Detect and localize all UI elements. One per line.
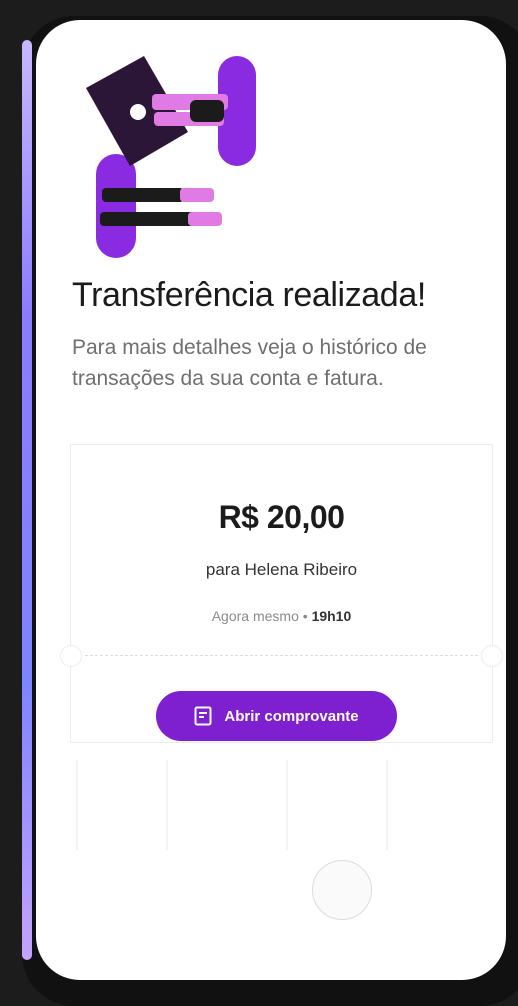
timestamp-time: 19h10 bbox=[311, 608, 352, 624]
faded-line bbox=[166, 760, 168, 850]
document-icon bbox=[194, 706, 212, 726]
app-screen: Transferência realizada! Para mais detal… bbox=[36, 20, 506, 980]
timestamp-separator: • bbox=[302, 608, 308, 624]
home-button[interactable] bbox=[312, 860, 372, 920]
timestamp-relative: Agora mesmo bbox=[211, 608, 299, 624]
ticket-notch-left bbox=[60, 645, 82, 667]
faded-line bbox=[76, 760, 78, 850]
recipient-name: para Helena Ribeiro bbox=[205, 560, 358, 579]
page-subtitle: Para mais detalhes veja o histórico de t… bbox=[72, 336, 427, 390]
page-title: Transferência realizada! bbox=[72, 276, 426, 314]
ticket-divider bbox=[85, 655, 478, 656]
transfer-illustration-icon bbox=[86, 56, 256, 258]
receipt-card: R$ 20,00 para Helena Ribeiro Agora mesmo… bbox=[60, 444, 503, 743]
side-edge bbox=[22, 40, 32, 960]
faded-line bbox=[386, 760, 388, 850]
open-receipt-label: Abrir comprovante bbox=[224, 707, 359, 725]
ticket-notch-right bbox=[481, 645, 503, 667]
faded-line bbox=[286, 760, 288, 850]
transfer-amount: R$ 20,00 bbox=[218, 499, 345, 535]
open-receipt-button[interactable]: Abrir comprovante bbox=[156, 691, 397, 741]
transfer-timestamp: Agora mesmo • 19h10 bbox=[71, 608, 492, 624]
